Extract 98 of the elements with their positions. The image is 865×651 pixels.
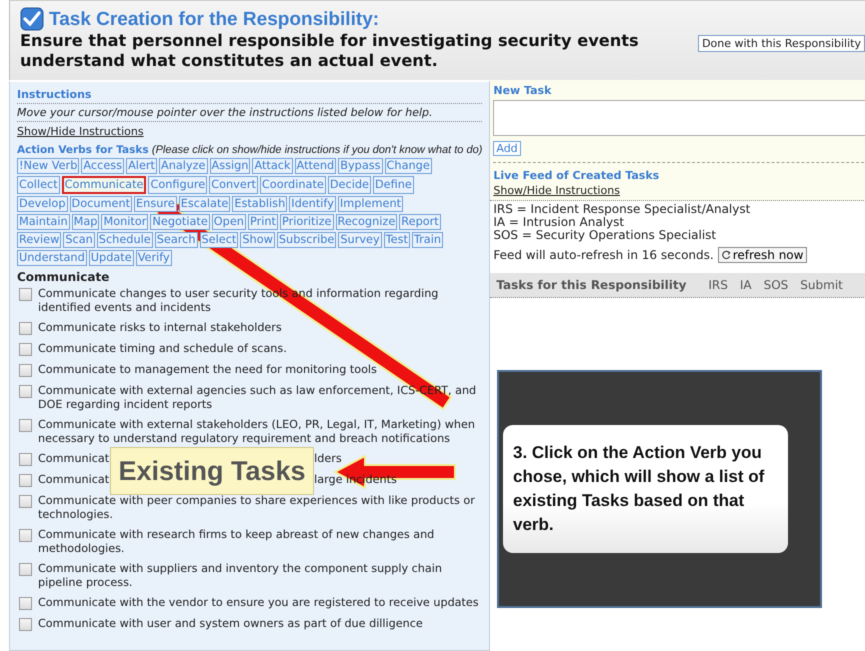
task-text: lders: [314, 452, 342, 466]
column-header: SOS: [762, 277, 790, 294]
refresh-note: Feed will auto-refresh in 16 seconds.: [493, 248, 714, 262]
page-title: Task Creation for the Responsibility:: [49, 9, 380, 31]
checkbox[interactable]: [19, 474, 32, 487]
done-button[interactable]: Done with this Responsibility: [698, 35, 865, 52]
verb-button[interactable]: Collect: [17, 176, 60, 194]
verb-button[interactable]: Escalate: [178, 196, 230, 212]
checkmark-icon: [20, 7, 44, 31]
verb-button[interactable]: Schedule: [96, 232, 153, 248]
task-text: Communicate with suppliers and inventory the component supply chain pipeline process.: [38, 562, 443, 589]
verb-button[interactable]: Scan: [63, 232, 95, 248]
verb-button[interactable]: Prioritize: [280, 214, 334, 230]
task-text: Communicate with external stakeholders (LEO, PR, Legal, IT, Marketing) when necessary to understand regulatory requirement and breach notifications: [38, 418, 476, 445]
checkbox[interactable]: [19, 288, 32, 301]
verb-button[interactable]: Communicate: [62, 176, 146, 194]
task-text: Communicate risks to internal stakeholders: [38, 321, 282, 334]
show-hide-link[interactable]: Show/Hide Instructions: [17, 125, 144, 138]
column-header: IA: [738, 277, 753, 294]
verb-button[interactable]: Decide: [328, 176, 371, 194]
checkbox[interactable]: [19, 618, 32, 631]
verb-button[interactable]: Test: [384, 232, 410, 248]
task-text: Communicate with user and system owners as part of due dilligence: [38, 617, 423, 630]
verb-button[interactable]: Subscribe: [276, 232, 336, 248]
verb-button[interactable]: Convert: [209, 176, 258, 194]
task-text: Communicate timing and schedule of scans.: [38, 342, 287, 356]
show-hide-link[interactable]: Show/Hide Instructions: [493, 184, 620, 197]
checkbox[interactable]: [19, 385, 32, 398]
instruction-hint: Move your cursor/mouse pointer over the instructions listed below for help.: [17, 103, 482, 122]
verb-button[interactable]: Implement: [338, 196, 404, 212]
task-text: Communicate to management the need for monitoring tools: [38, 363, 377, 376]
section-heading: Live Feed of Created Tasks: [493, 168, 660, 184]
verb-button[interactable]: Maintain: [17, 214, 70, 230]
verb-button[interactable]: Negotiate: [150, 214, 210, 230]
verb-button[interactable]: Search: [154, 232, 198, 248]
verb-button[interactable]: Configure: [148, 176, 208, 194]
checkbox[interactable]: [19, 343, 32, 356]
verb-button[interactable]: Understand: [17, 250, 87, 266]
verb-button[interactable]: Select: [200, 232, 238, 248]
verb-button[interactable]: Document: [70, 196, 132, 212]
help-note: (Please click on show/hide instructions if you don't know what to do): [152, 144, 482, 156]
verb-button[interactable]: Bypass: [338, 158, 383, 174]
checkbox[interactable]: [19, 597, 32, 610]
verb-button[interactable]: Change: [384, 158, 432, 174]
task-text: Communicat: [38, 452, 110, 466]
checkbox[interactable]: [19, 453, 32, 466]
verb-button[interactable]: Print: [248, 214, 278, 230]
verb-button[interactable]: Recognize: [336, 214, 398, 230]
section-heading: Instructions: [17, 87, 92, 103]
verb-button[interactable]: Review: [17, 232, 62, 248]
section-heading: New Task: [493, 83, 552, 99]
verb-button[interactable]: Train: [412, 232, 444, 248]
verb-button[interactable]: Open: [212, 214, 246, 230]
column-header: IRS: [707, 277, 729, 294]
verb-button[interactable]: Identify: [289, 196, 336, 212]
checkbox[interactable]: [19, 563, 32, 576]
task-input-field[interactable]: [493, 100, 865, 136]
legend-line: IA = Intrusion Analyst: [493, 216, 624, 229]
checkbox[interactable]: [19, 322, 32, 335]
verb-button[interactable]: Attend: [294, 158, 336, 174]
verb-button[interactable]: Develop: [17, 196, 68, 212]
verb-button[interactable]: Ensure: [134, 196, 177, 212]
legend-line: SOS = Security Operations Specialist: [493, 229, 718, 242]
legend-line: IRS = Incident Response Specialist/Analyst: [493, 203, 752, 216]
task-text: Communicate with the vendor to ensure you are registered to receive updates: [38, 596, 479, 610]
task-text: Communicate with research firms to keep abreast of new changes and methodologies.: [38, 528, 436, 555]
verb-button[interactable]: Access: [81, 158, 124, 174]
verb-button[interactable]: Alert: [126, 158, 157, 174]
verb-button[interactable]: Report: [399, 214, 441, 230]
instruction-callout: 3. Click on the Action Verb you chose, which will show a list of existing Tasks based on that verb.: [503, 425, 788, 553]
verb-button[interactable]: Monitor: [101, 214, 148, 230]
add-button[interactable]: Add: [493, 141, 521, 156]
task-text: Communicate with peer companies to share experiences with like products or technologies.: [38, 494, 476, 521]
checkbox[interactable]: [19, 364, 32, 377]
verb-button[interactable]: Attack: [252, 158, 293, 174]
verb-button[interactable]: Define: [372, 176, 414, 194]
verb-button[interactable]: Verify: [136, 250, 172, 266]
existing-tasks-callout: Existing Tasks: [110, 447, 314, 495]
verb-button[interactable]: Map: [72, 214, 100, 230]
responsibility-heading: Ensure that personnel responsible for investigating security events understand what constitutes an actual event.: [20, 31, 640, 71]
verb-button[interactable]: Show: [240, 232, 275, 248]
verb-button[interactable]: Coordinate: [260, 176, 326, 194]
category-heading: Communicate: [17, 270, 110, 284]
task-text: Communicat: [38, 473, 110, 486]
section-heading: Action Verbs for Tasks: [17, 144, 149, 156]
verb-button[interactable]: Survey: [338, 232, 382, 248]
checkbox[interactable]: [19, 529, 32, 542]
refresh-button[interactable]: refresh now: [718, 247, 808, 263]
verb-button[interactable]: Establish: [232, 196, 288, 212]
column-header: Submit: [799, 277, 844, 294]
checkbox[interactable]: [19, 419, 32, 432]
verb-button[interactable]: !New Verb: [17, 158, 80, 174]
verb-button[interactable]: Analyze: [158, 158, 208, 174]
verb-button[interactable]: Update: [88, 250, 134, 266]
refresh-icon: [722, 250, 731, 260]
checkbox[interactable]: [19, 495, 32, 508]
column-header: Tasks for this Responsibility: [495, 277, 688, 294]
verb-button[interactable]: Assign: [210, 158, 250, 174]
